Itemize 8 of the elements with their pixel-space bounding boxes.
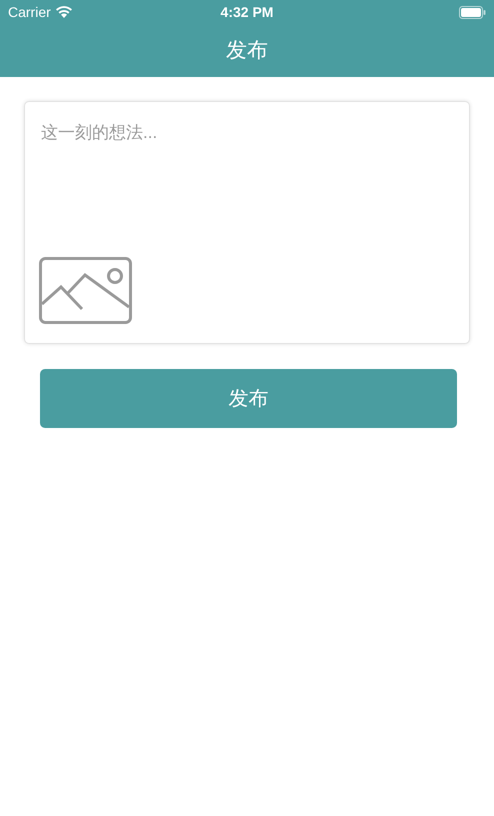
post-text-field[interactable]: 这一刻的想法... xyxy=(24,101,470,344)
carrier-label: Carrier xyxy=(8,3,51,22)
publish-button[interactable]: 发布 xyxy=(40,369,457,428)
battery-icon xyxy=(459,6,486,19)
clock-time: 4:32 PM xyxy=(220,3,274,22)
page-title: 发布 xyxy=(226,38,268,64)
wifi-icon xyxy=(54,6,73,19)
add-image-icon[interactable] xyxy=(39,257,132,324)
